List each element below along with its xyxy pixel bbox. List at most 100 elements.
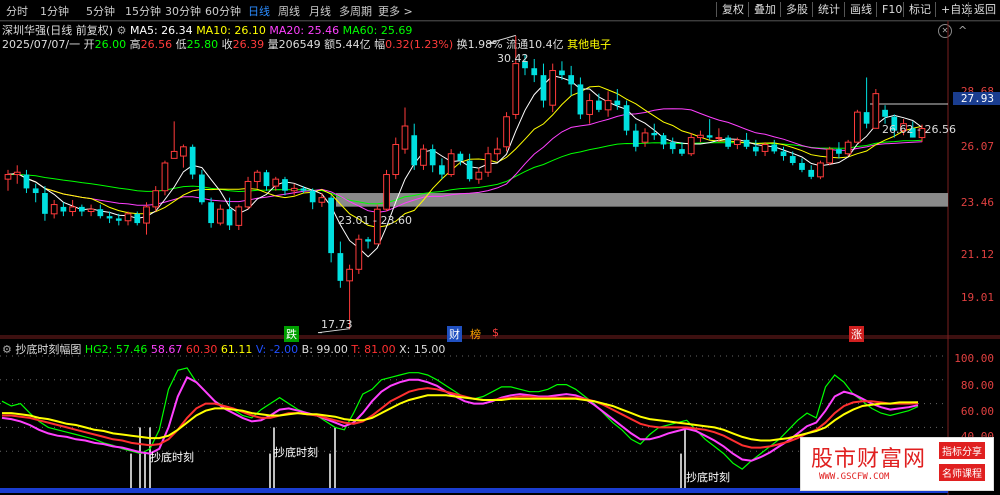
v3-value: 60.30 xyxy=(185,343,218,356)
indicator-title: 抄底时刻幅图 xyxy=(15,343,82,356)
candle-body xyxy=(189,146,196,175)
range-annotation: 23.01 - 23.60 xyxy=(338,214,412,227)
candle-body xyxy=(244,180,252,208)
candle-body xyxy=(669,142,676,150)
candle-body xyxy=(253,171,261,182)
watermark-tag: 名师课程 xyxy=(939,464,985,481)
event-marker[interactable]: 财 xyxy=(447,326,462,342)
indicator-settings-icon[interactable]: ⚙ xyxy=(2,343,12,356)
candle-body xyxy=(199,174,205,203)
candle-body xyxy=(87,208,95,213)
candle-body xyxy=(882,109,888,117)
candle-body xyxy=(124,213,132,222)
candle-body xyxy=(799,162,805,170)
candle-body xyxy=(447,153,455,176)
candle-body xyxy=(97,209,104,217)
event-marker[interactable]: 榜 xyxy=(470,326,481,342)
candle-body xyxy=(420,148,427,166)
candle-body xyxy=(263,172,270,187)
candle-body xyxy=(641,132,649,143)
candle-body xyxy=(687,137,695,155)
candle-body xyxy=(493,148,501,155)
candle-body xyxy=(660,135,667,145)
candle-body xyxy=(826,148,834,164)
candle-body xyxy=(346,268,353,282)
price-axis-tick: 21.12 xyxy=(960,248,994,261)
indicator-legend: ⚙ 抄底时刻幅图 HG2: 57.46 58.67 60.30 61.11 V:… xyxy=(2,341,445,357)
watermark-title: 股市财富网 xyxy=(811,447,927,472)
candle-body xyxy=(392,143,400,176)
candle-body xyxy=(115,218,122,221)
candle-body xyxy=(604,100,612,111)
candle-body xyxy=(679,149,685,154)
candle-body xyxy=(429,149,436,166)
candle-body xyxy=(761,143,769,152)
candle-body xyxy=(844,141,852,155)
candle-body xyxy=(401,125,409,150)
candle-body xyxy=(226,209,233,226)
candle-body xyxy=(789,156,796,163)
t-value: T: 81.00 xyxy=(351,343,396,356)
candle-body xyxy=(180,146,187,157)
v-value: V: -2.00 xyxy=(255,343,299,356)
candle-body xyxy=(725,137,731,147)
candle-body xyxy=(42,193,48,214)
candle-body xyxy=(596,100,602,110)
candle-body xyxy=(143,206,150,224)
candle-body xyxy=(484,153,492,173)
candle-body xyxy=(170,150,178,159)
candle-body xyxy=(328,197,334,254)
price-axis-tick: 26.07 xyxy=(960,140,994,153)
v4-value: 61.11 xyxy=(220,343,253,356)
candle-body xyxy=(817,162,824,178)
candle-body xyxy=(780,151,787,157)
candle-body xyxy=(568,75,575,85)
b-value: B: 99.00 xyxy=(301,343,348,356)
candle-body xyxy=(531,68,538,76)
candle-body xyxy=(540,75,547,101)
watermark-url: WWW.GSCFW.COM xyxy=(819,472,890,482)
candle-body xyxy=(743,139,750,147)
candle-body xyxy=(355,238,363,270)
candle-body xyxy=(457,153,464,161)
candle-body xyxy=(78,206,85,212)
candle-body xyxy=(872,93,880,129)
candle-body xyxy=(161,162,169,192)
candle-body xyxy=(106,216,113,219)
candle-body xyxy=(697,134,704,139)
candle-body xyxy=(208,202,214,224)
hg2-value: HG2: 57.46 xyxy=(84,343,148,356)
candle-body xyxy=(23,174,30,189)
candle-body xyxy=(50,204,58,215)
candle-body xyxy=(549,70,557,106)
candle-body xyxy=(706,135,713,138)
candle-body xyxy=(503,116,510,148)
candle-body xyxy=(4,174,12,180)
price-axis-tick: 19.01 xyxy=(960,291,994,304)
candle-body xyxy=(13,171,21,176)
candle-body xyxy=(623,105,630,131)
candle-body xyxy=(235,206,243,226)
candle-body xyxy=(383,174,390,210)
candle-body xyxy=(586,100,593,115)
candle-body xyxy=(60,206,67,212)
candle-body xyxy=(411,135,418,166)
watermark-tag: 指标分享 xyxy=(939,442,985,459)
event-marker[interactable]: $ xyxy=(492,326,499,339)
indicator-axis-tick: 60.00 xyxy=(960,405,994,418)
indicator-axis-tick: 100.00 xyxy=(954,352,994,365)
range-annotation: 26.62 - 26.56 xyxy=(882,123,956,136)
candle-body xyxy=(365,239,371,242)
ma5-line xyxy=(7,75,923,258)
signal-label: 抄底时刻 xyxy=(150,451,194,464)
candle-body xyxy=(854,111,861,143)
event-marker[interactable]: 涨 xyxy=(849,326,864,342)
candle-body xyxy=(559,70,565,76)
candle-body xyxy=(651,132,658,136)
event-marker[interactable]: 跌 xyxy=(284,326,299,342)
kline-chart xyxy=(0,20,1000,495)
current-price-tag: 27.93 xyxy=(952,92,1000,105)
x-value: X: 15.00 xyxy=(399,343,446,356)
price-axis-tick: 23.46 xyxy=(960,196,994,209)
candle-body xyxy=(752,146,759,152)
